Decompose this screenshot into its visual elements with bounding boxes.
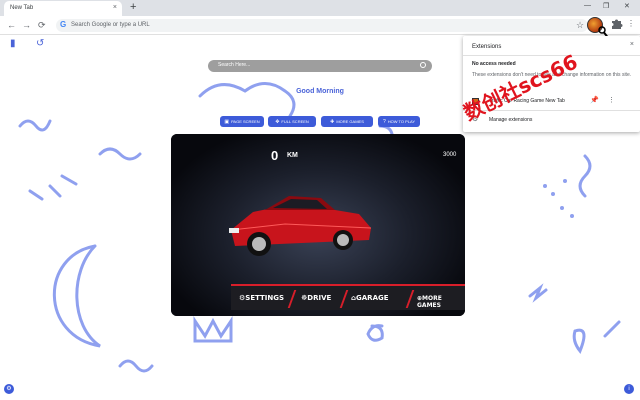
omnibox-placeholder: Search Google or type a URL [71, 22, 150, 28]
menu-separator [339, 290, 349, 308]
coin-count: 3000 [443, 152, 457, 158]
game-menu-bar: ⚙SETTINGS ☸DRIVE ⌂GARAGE ⊕MORE GAMES [231, 284, 465, 310]
manage-extensions-link[interactable]: Manage extensions [489, 117, 532, 123]
game-frame[interactable]: 0 KM 3000 ⚙SETTINGS ☸DRIVE ⌂GARAGE ⊕MORE… [171, 134, 465, 316]
google-icon: G [60, 20, 67, 29]
speed-value: 0 [271, 148, 279, 163]
menu-separator [287, 290, 297, 308]
how-to-play-icon: ? [382, 119, 386, 125]
bookmark-icon[interactable]: ▮ [10, 38, 16, 49]
omnibox[interactable]: G Search Google or type a URL ☆ [56, 19, 588, 32]
browser-toolbar: ← → ⟳ G Search Google or type a URL ☆ ⋮ [0, 16, 640, 38]
popup-close-icon[interactable]: × [630, 41, 634, 48]
game-settings-button[interactable]: ⚙SETTINGS [239, 294, 284, 302]
reload-button[interactable]: ⟳ [38, 20, 46, 31]
forward-button[interactable]: → [22, 20, 31, 30]
tab-title: New Tab [10, 5, 34, 11]
tab-new-tab[interactable]: New Tab × [4, 1, 122, 16]
tab-close-icon[interactable]: × [113, 4, 117, 11]
page-screen-button[interactable]: ▣ PAGE SCREEN [220, 116, 264, 127]
minimize-button[interactable]: — [584, 2, 591, 9]
info-icon[interactable]: i [624, 384, 634, 394]
page-screen-icon: ▣ [224, 119, 230, 125]
browser-menu-icon[interactable]: ⋮ [627, 19, 635, 28]
game-garage-button[interactable]: ⌂GARAGE [351, 294, 389, 302]
close-window-button[interactable]: ✕ [624, 2, 630, 10]
back-button[interactable]: ← [7, 20, 16, 30]
speed-unit: KM [287, 152, 298, 159]
ntp-search-input[interactable]: Search Here... [208, 60, 432, 72]
full-screen-icon: ✥ [275, 119, 280, 125]
no-access-heading: No access needed [472, 61, 516, 67]
more-games-icon: ✚ [330, 119, 335, 125]
history-icon[interactable]: ↺ [36, 38, 44, 49]
bookmark-star-icon[interactable]: ☆ [576, 20, 584, 31]
more-games-button[interactable]: ✚ MORE GAMES [321, 116, 373, 127]
full-screen-button[interactable]: ✥ FULL SCREEN [268, 116, 316, 127]
extensions-puzzle-icon[interactable] [611, 18, 623, 30]
pin-icon[interactable]: 📌 [590, 96, 599, 104]
extension-more-icon[interactable]: ⋮ [608, 96, 615, 104]
search-placeholder: Search Here... [218, 62, 251, 68]
new-tab-button[interactable]: + [130, 1, 136, 13]
red-car-image [229, 196, 372, 256]
how-to-play-button[interactable]: ? HOW TO PLAY [378, 116, 420, 127]
restore-button[interactable]: ❐ [603, 2, 609, 10]
extensions-popup-title: Extensions [472, 44, 502, 50]
search-icon[interactable] [420, 62, 426, 68]
tab-strip: New Tab × + — ❐ ✕ [0, 0, 640, 16]
menu-separator [405, 290, 415, 308]
settings-gear-icon[interactable]: ⚙ [4, 384, 14, 394]
game-more-games-button[interactable]: ⊕MORE GAMES [417, 295, 465, 309]
game-drive-button[interactable]: ☸DRIVE [301, 294, 331, 302]
